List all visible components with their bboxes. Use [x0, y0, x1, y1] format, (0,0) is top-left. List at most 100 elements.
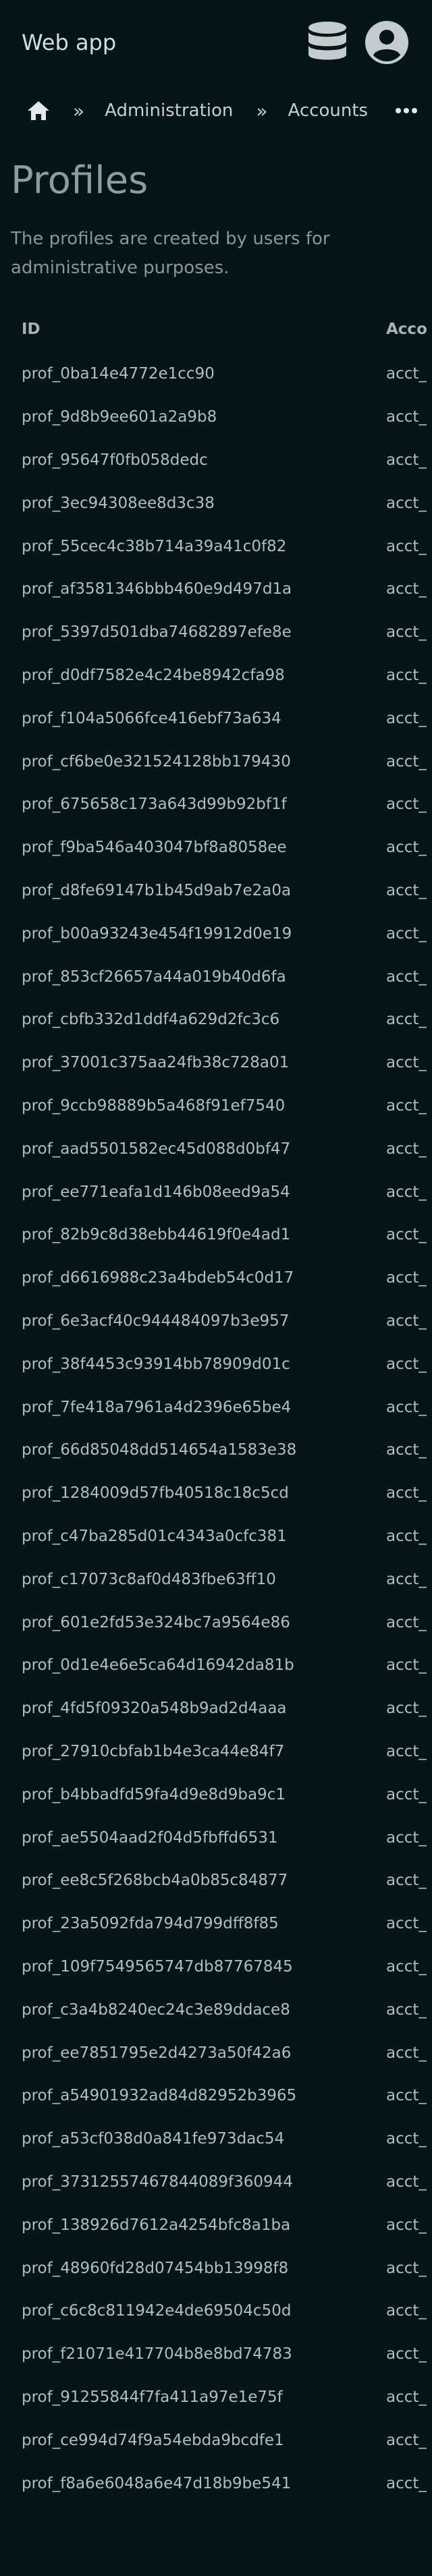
- account-cell: acct_: [386, 1570, 427, 1588]
- table-row[interactable]: prof_853cf26657a44a019b40d6fa acct_: [0, 955, 432, 999]
- table-row[interactable]: prof_ee8c5f268bcb4a0b85c84877 acct_: [0, 1859, 432, 1902]
- account-cell: acct_: [386, 2474, 427, 2492]
- app-title: Web app: [22, 30, 117, 55]
- profile-id-cell: prof_38f4453c93914bb78909d01c: [22, 1355, 290, 1373]
- table-row[interactable]: prof_ee771eafa1d146b08eed9a54 acct_: [0, 1171, 432, 1214]
- more-horizontal-icon[interactable]: [395, 107, 418, 114]
- profile-id-cell: prof_c3a4b8240ec24c3e89ddace8: [22, 2000, 290, 2019]
- column-header-account[interactable]: Acco: [386, 320, 427, 338]
- table-row[interactable]: prof_23a5092fda794d799dff8f85 acct_: [0, 1902, 432, 1945]
- table-row[interactable]: prof_c47ba285d01c4343a0cfc381 acct_: [0, 1515, 432, 1558]
- table-row[interactable]: prof_95647f0fb058dedc acct_: [0, 439, 432, 482]
- table-row[interactable]: prof_ee7851795e2d4273a50f42a6 acct_: [0, 2032, 432, 2075]
- account-cell: acct_: [386, 2259, 427, 2277]
- profile-id-cell: prof_b00a93243e454f19912d0e19: [22, 924, 292, 943]
- column-header-id[interactable]: ID: [22, 320, 40, 338]
- profile-id-cell: prof_37312557467844089f360944: [22, 2173, 293, 2191]
- table-row[interactable]: prof_0d1e4e6e5ca64d16942da81b acct_: [0, 1644, 432, 1687]
- profile-id-cell: prof_0d1e4e6e5ca64d16942da81b: [22, 1656, 294, 1675]
- account-cell: acct_: [386, 1613, 427, 1631]
- table-row[interactable]: prof_1284009d57fb40518c18c5cd acct_: [0, 1472, 432, 1515]
- table-row[interactable]: prof_af3581346bbb460e9d497d1a acct_: [0, 568, 432, 611]
- table-row[interactable]: prof_cf6be0e321524128bb179430 acct_: [0, 740, 432, 783]
- account-cell: acct_: [386, 408, 427, 426]
- table-row[interactable]: prof_ce994d74f9a54ebda9bcdfe1 acct_: [0, 2419, 432, 2462]
- table-row[interactable]: prof_cbfb332d1ddf4a629d2fc3c6 acct_: [0, 999, 432, 1042]
- account-cell: acct_: [386, 2044, 427, 2062]
- table-row[interactable]: prof_0ba14e4772e1cc90 acct_: [0, 353, 432, 396]
- profile-id-cell: prof_23a5092fda794d799dff8f85: [22, 1915, 279, 1933]
- profile-id-cell: prof_ae5504aad2f04d5fbffd6531: [22, 1828, 278, 1847]
- table-row[interactable]: prof_38f4453c93914bb78909d01c acct_: [0, 1343, 432, 1386]
- table-row[interactable]: prof_55cec4c38b714a39a41c0f82 acct_: [0, 525, 432, 568]
- profile-id-cell: prof_f9ba546a403047bf8a8058ee: [22, 839, 287, 857]
- profile-id-cell: prof_82b9c8d38ebb44619f0e4ad1: [22, 1226, 291, 1244]
- account-cell: acct_: [386, 2345, 427, 2363]
- account-cell: acct_: [386, 623, 427, 642]
- breadcrumb: » Administration » Accounts: [0, 85, 432, 136]
- table-row[interactable]: prof_b00a93243e454f19912d0e19 acct_: [0, 912, 432, 955]
- table-row[interactable]: prof_d0df7582e4c24be8942cfa98 acct_: [0, 654, 432, 697]
- table-row[interactable]: prof_91255844f7fa411a97e1e75f acct_: [0, 2376, 432, 2419]
- table-row[interactable]: prof_37312557467844089f360944 acct_: [0, 2160, 432, 2204]
- account-cell: acct_: [386, 2302, 427, 2320]
- account-cell: acct_: [386, 1872, 427, 1890]
- table-row[interactable]: prof_9ccb98889b5a468f91ef7540 acct_: [0, 1084, 432, 1127]
- account-cell: acct_: [386, 1742, 427, 1760]
- table-row[interactable]: prof_b4bbadfd59fa4d9e8d9ba9c1 acct_: [0, 1773, 432, 1816]
- table-row[interactable]: prof_c6c8c811942e4de69504c50d acct_: [0, 2289, 432, 2332]
- profile-id-cell: prof_cbfb332d1ddf4a629d2fc3c6: [22, 1011, 280, 1029]
- account-cell: acct_: [386, 494, 427, 512]
- profile-id-cell: prof_5397d501dba74682897efe8e: [22, 623, 292, 642]
- account-cell: acct_: [386, 882, 427, 900]
- table-row[interactable]: prof_601e2fd53e324bc7a9564e86 acct_: [0, 1601, 432, 1644]
- table-row[interactable]: prof_6e3acf40c944484097b3e957 acct_: [0, 1299, 432, 1343]
- table-row[interactable]: prof_48960fd28d07454bb13998f8 acct_: [0, 2247, 432, 2290]
- breadcrumb-item-accounts[interactable]: Accounts: [288, 101, 369, 121]
- table-row[interactable]: prof_4fd5f09320a548b9ad2d4aaa acct_: [0, 1687, 432, 1730]
- profile-id-cell: prof_66d85048dd514654a1583e38: [22, 1441, 297, 1459]
- breadcrumb-item-administration[interactable]: Administration: [105, 101, 233, 121]
- table-row[interactable]: prof_138926d7612a4254bfc8a1ba acct_: [0, 2204, 432, 2247]
- profile-id-cell: prof_853cf26657a44a019b40d6fa: [22, 968, 286, 986]
- account-cell: acct_: [386, 968, 427, 986]
- table-row[interactable]: prof_82b9c8d38ebb44619f0e4ad1 acct_: [0, 1214, 432, 1257]
- account-cell: acct_: [386, 1140, 427, 1158]
- table-row[interactable]: prof_27910cbfab1b4e3ca44e84f7 acct_: [0, 1730, 432, 1773]
- table-row[interactable]: prof_109f7549565747db87767845 acct_: [0, 1945, 432, 1988]
- table-row[interactable]: prof_a53cf038d0a841fe973dac54 acct_: [0, 2117, 432, 2160]
- table-row[interactable]: prof_7fe418a7961a4d2396e65be4 acct_: [0, 1386, 432, 1429]
- account-cell: acct_: [386, 2388, 427, 2406]
- profile-id-cell: prof_ee8c5f268bcb4a0b85c84877: [22, 1872, 288, 1890]
- table-row[interactable]: prof_3ec94308ee8d3c38 acct_: [0, 482, 432, 525]
- table-row[interactable]: prof_c17073c8af0d483fbe63ff10 acct_: [0, 1558, 432, 1601]
- table-row[interactable]: prof_aad5501582ec45d088d0bf47 acct_: [0, 1127, 432, 1171]
- page-description: The profiles are created by users for ad…: [11, 228, 330, 278]
- profile-id-cell: prof_3ec94308ee8d3c38: [22, 494, 215, 512]
- table-row[interactable]: prof_9d8b9ee601a2a9b8 acct_: [0, 395, 432, 439]
- home-icon[interactable]: [27, 97, 50, 124]
- profile-id-cell: prof_d8fe69147b1b45d9ab7e2a0a: [22, 882, 292, 900]
- table-row[interactable]: prof_f8a6e6048a6e47d18b9be541 acct_: [0, 2462, 432, 2505]
- table-row[interactable]: prof_5397d501dba74682897efe8e acct_: [0, 611, 432, 654]
- table-row[interactable]: prof_f104a5066fce416ebf73a634 acct_: [0, 697, 432, 740]
- account-cell: acct_: [386, 1355, 427, 1373]
- table-row[interactable]: prof_ae5504aad2f04d5fbffd6531 acct_: [0, 1816, 432, 1859]
- account-circle-icon[interactable]: [363, 19, 410, 66]
- table-row[interactable]: prof_c3a4b8240ec24c3e89ddace8 acct_: [0, 1988, 432, 2032]
- database-icon[interactable]: [304, 19, 351, 66]
- table-row[interactable]: prof_37001c375aa24fb38c728a01 acct_: [0, 1041, 432, 1084]
- table-row[interactable]: prof_d8fe69147b1b45d9ab7e2a0a acct_: [0, 869, 432, 912]
- table-row[interactable]: prof_f21071e417704b8e8bd74783 acct_: [0, 2332, 432, 2376]
- profile-id-cell: prof_c47ba285d01c4343a0cfc381: [22, 1527, 287, 1545]
- table-row[interactable]: prof_f9ba546a403047bf8a8058ee acct_: [0, 826, 432, 869]
- table-row[interactable]: prof_66d85048dd514654a1583e38 acct_: [0, 1429, 432, 1472]
- account-cell: acct_: [386, 1785, 427, 1803]
- account-cell: acct_: [386, 839, 427, 857]
- table-row[interactable]: prof_675658c173a643d99b92bf1f acct_: [0, 783, 432, 827]
- table-row[interactable]: prof_d6616988c23a4bdeb54c0d17 acct_: [0, 1256, 432, 1299]
- account-cell: acct_: [386, 1398, 427, 1416]
- profile-id-cell: prof_c6c8c811942e4de69504c50d: [22, 2302, 292, 2320]
- account-cell: acct_: [386, 1269, 427, 1287]
- table-row[interactable]: prof_a54901932ad84d82952b3965 acct_: [0, 2074, 432, 2117]
